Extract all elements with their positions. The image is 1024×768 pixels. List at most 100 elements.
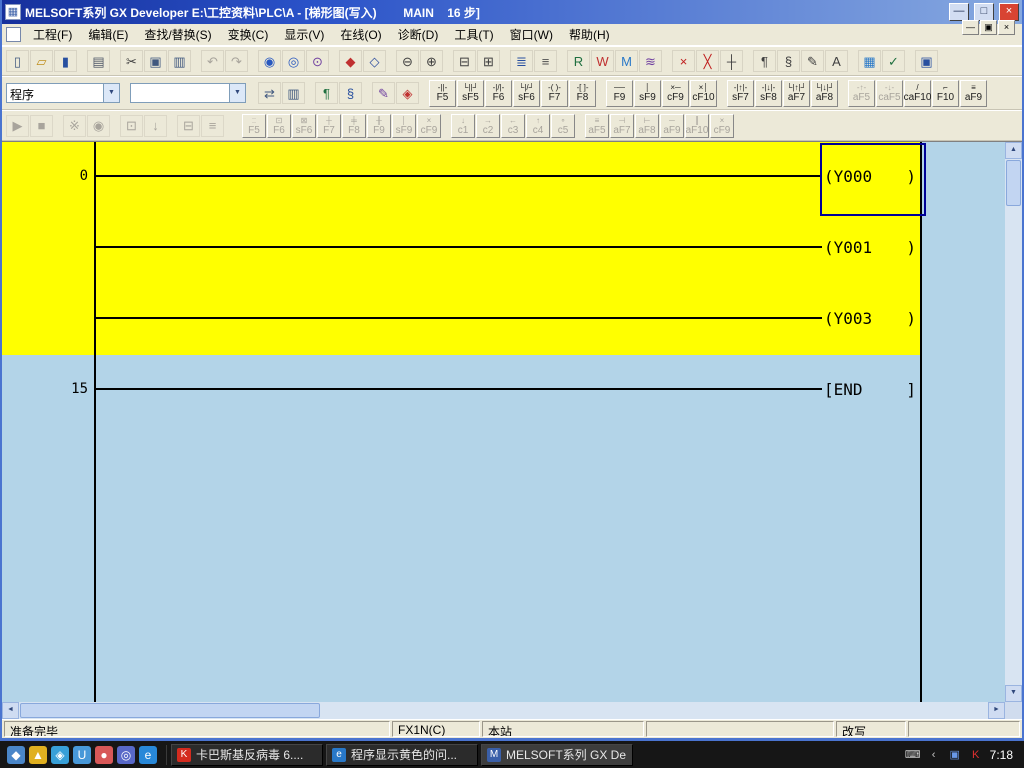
collapse-tray-icon[interactable]: ‹ bbox=[926, 747, 942, 763]
zoom-out-button[interactable]: ⊖ bbox=[396, 50, 419, 72]
delete-row-button[interactable]: × bbox=[672, 50, 695, 72]
ladder-symbol-key[interactable]: -↑- aF5 bbox=[848, 80, 875, 107]
task-browser[interactable]: e 程序显示黄色的问... bbox=[326, 744, 478, 766]
write-mode-button[interactable]: W bbox=[591, 50, 614, 72]
macro-button[interactable]: ✎ bbox=[372, 82, 395, 104]
ladder-symbol-key[interactable]: -( )- F7 bbox=[541, 80, 568, 107]
output-element[interactable]: ( Y001 ) bbox=[822, 237, 920, 257]
quick-launch-1-icon[interactable]: ◆ bbox=[7, 746, 25, 764]
find-replace-button[interactable]: ⊙ bbox=[306, 50, 329, 72]
ladder-symbol-key[interactable]: / caF10 bbox=[904, 80, 931, 107]
paste-button[interactable]: ▥ bbox=[168, 50, 191, 72]
quick-launch-u-icon[interactable]: U bbox=[73, 746, 91, 764]
save-project-button[interactable]: ▮ bbox=[54, 50, 77, 72]
cross-reference-button[interactable]: ◆ bbox=[339, 50, 362, 72]
ladder-symbol-key[interactable]: ×─ cF9 bbox=[662, 80, 689, 107]
chevron-down-icon[interactable]: ▼ bbox=[229, 84, 245, 102]
ladder-symbol-key[interactable]: ⌐ F10 bbox=[932, 80, 959, 107]
mdi-child-icon[interactable] bbox=[6, 27, 21, 42]
scroll-down-icon[interactable]: ▼ bbox=[1005, 685, 1022, 702]
scroll-up-icon[interactable]: ▲ bbox=[1005, 142, 1022, 159]
horizontal-scrollbar[interactable]: ◄ ► bbox=[2, 702, 1005, 719]
mdi-restore-button[interactable]: ▣ bbox=[980, 20, 997, 35]
device-use-list-button[interactable]: ◇ bbox=[363, 50, 386, 72]
vertical-scroll-thumb[interactable] bbox=[1006, 160, 1021, 206]
ladder-symbol-key[interactable]: └||┘ sF5 bbox=[457, 80, 484, 107]
open-project-button[interactable]: ▱ bbox=[30, 50, 53, 72]
quick-launch-6-icon[interactable]: ◎ bbox=[117, 746, 135, 764]
comment-display-button[interactable]: ¶ bbox=[753, 50, 776, 72]
scroll-right-icon[interactable]: ► bbox=[988, 702, 1005, 719]
note-display-button[interactable]: ✎ bbox=[801, 50, 824, 72]
quick-launch-3-icon[interactable]: ◈ bbox=[51, 746, 69, 764]
ladder-rung[interactable]: ( Y003 ) bbox=[2, 284, 1005, 355]
ladder-symbol-key[interactable]: -|↓|- sF8 bbox=[755, 80, 782, 107]
network-tray-icon[interactable]: ▣ bbox=[947, 747, 963, 763]
quick-launch-5-icon[interactable]: ● bbox=[95, 746, 113, 764]
program-select[interactable]: 程序 ▼ bbox=[6, 83, 120, 103]
ladder-symbol-key[interactable]: -|/|- F6 bbox=[485, 80, 512, 107]
menu-diagnostics[interactable]: 诊断(D) bbox=[390, 23, 447, 46]
monitor-write-mode-button[interactable]: ≋ bbox=[639, 50, 662, 72]
display-shrink-button[interactable]: ⊞ bbox=[477, 50, 500, 72]
display-expand-button[interactable]: ⊟ bbox=[453, 50, 476, 72]
menu-view[interactable]: 显示(V) bbox=[276, 23, 332, 46]
print-button[interactable]: ▤ bbox=[87, 50, 110, 72]
output-element[interactable]: ( Y000 ) bbox=[822, 166, 920, 186]
find-device-button[interactable]: ◎ bbox=[282, 50, 305, 72]
menu-online[interactable]: 在线(O) bbox=[332, 23, 389, 46]
ladder-symbol-key[interactable]: ≡ aF9 bbox=[960, 80, 987, 107]
instruction-list-mode-button[interactable]: ≡ bbox=[534, 50, 557, 72]
read-mode-button[interactable]: R bbox=[567, 50, 590, 72]
quick-launch-2-icon[interactable]: ▲ bbox=[29, 746, 47, 764]
keyboard-indicator-icon[interactable]: ⌨ bbox=[905, 747, 921, 763]
mdi-close-button[interactable]: × bbox=[998, 20, 1015, 35]
task-gx-developer[interactable]: M MELSOFT系列 GX De... bbox=[481, 744, 633, 766]
scroll-left-icon[interactable]: ◄ bbox=[2, 702, 19, 719]
ladder-symbol-key[interactable]: └|↓|┘ aF8 bbox=[811, 80, 838, 107]
horizontal-scroll-thumb[interactable] bbox=[20, 703, 320, 718]
ladder-symbol-key[interactable]: -↓- caF5 bbox=[876, 80, 903, 107]
statement-edit-button[interactable]: § bbox=[339, 82, 362, 104]
project-data-list-button[interactable]: ⇄ bbox=[258, 82, 281, 104]
zoom-in-button[interactable]: ⊕ bbox=[420, 50, 443, 72]
device-monitor-button[interactable]: ▦ bbox=[858, 50, 881, 72]
ladder-symbol-key[interactable]: ×│ cF10 bbox=[690, 80, 717, 107]
ladder-symbol-key[interactable]: -||- F5 bbox=[429, 80, 456, 107]
menu-window[interactable]: 窗口(W) bbox=[502, 23, 561, 46]
data-select[interactable]: ▼ bbox=[130, 83, 246, 103]
monitor-mode-button[interactable]: M bbox=[615, 50, 638, 72]
pc-monitor-button[interactable]: ▣ bbox=[915, 50, 938, 72]
copy-button[interactable]: ▣ bbox=[144, 50, 167, 72]
mdi-minimize-button[interactable]: — bbox=[962, 20, 979, 35]
window-split-button[interactable]: ▥ bbox=[282, 82, 305, 104]
insert-row-button[interactable]: ┼ bbox=[720, 50, 743, 72]
ladder-rung[interactable]: ( Y001 ) bbox=[2, 213, 1005, 284]
redo-button[interactable]: ↷ bbox=[225, 50, 248, 72]
ladder-symbol-key[interactable]: -[ ]- F8 bbox=[569, 80, 596, 107]
minimize-button[interactable]: — bbox=[949, 3, 969, 21]
menu-find-replace[interactable]: 查找/替换(S) bbox=[136, 23, 219, 46]
ladder-rung[interactable]: 15 [ END ] bbox=[2, 355, 1005, 426]
ladder-symbol-key[interactable]: ── F9 bbox=[606, 80, 633, 107]
ladder-symbol-key[interactable]: └|/┘ sF6 bbox=[513, 80, 540, 107]
chevron-down-icon[interactable]: ▼ bbox=[103, 84, 119, 102]
close-button[interactable]: × bbox=[999, 3, 1019, 21]
ladder-symbol-key[interactable]: └|↑|┘ aF7 bbox=[783, 80, 810, 107]
alias-display-button[interactable]: A bbox=[825, 50, 848, 72]
ladder-rung[interactable]: 0 ( Y000 ) bbox=[2, 142, 1005, 213]
find-button[interactable]: ◉ bbox=[258, 50, 281, 72]
statement-display-button[interactable]: § bbox=[777, 50, 800, 72]
menu-tools[interactable]: 工具(T) bbox=[446, 23, 501, 46]
task-kaspersky[interactable]: K 卡巴斯基反病毒 6.... bbox=[171, 744, 323, 766]
device-test-button[interactable]: ◈ bbox=[396, 82, 419, 104]
menu-help[interactable]: 帮助(H) bbox=[561, 23, 618, 46]
cut-button[interactable]: ✂ bbox=[120, 50, 143, 72]
ladder-symbol-key[interactable]: │ sF9 bbox=[634, 80, 661, 107]
program-check-button[interactable]: ✓ bbox=[882, 50, 905, 72]
undo-button[interactable]: ↶ bbox=[201, 50, 224, 72]
output-element[interactable]: [ END ] bbox=[822, 379, 920, 399]
ladder-canvas[interactable]: 0 ( Y000 ) ( Y001 ) bbox=[2, 142, 1005, 702]
delete-column-button[interactable]: ╳ bbox=[696, 50, 719, 72]
quick-launch-ie-icon[interactable]: e bbox=[139, 746, 157, 764]
